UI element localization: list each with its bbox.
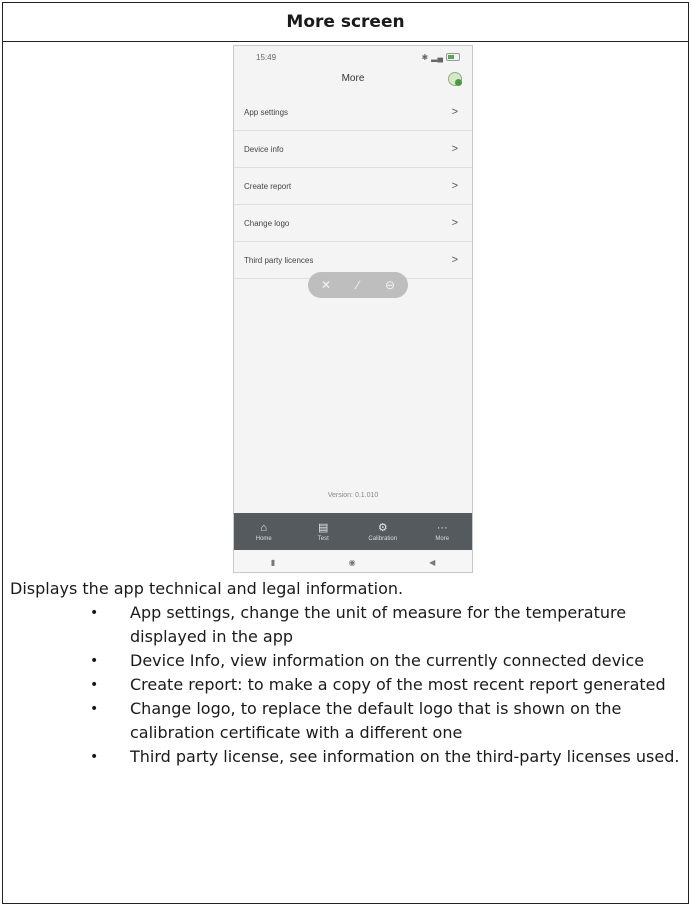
description-list: • App settings, change the unit of measur… [10,601,682,769]
system-navigation-bar: ▮ ◉ ◀ [234,550,472,572]
test-icon: ▤ [318,521,329,534]
bullet-icon: • [90,605,99,621]
menu-item-label: Device info [244,144,284,154]
list-item-text: Change logo, to replace the default logo… [130,699,622,742]
bullet-icon: • [90,677,99,693]
bullet-icon: • [90,653,99,669]
list-item: • Change logo, to replace the default log… [10,697,682,745]
gear-icon: ⚙ [377,521,388,534]
screen-title: More [341,73,365,84]
menu-item-label: Change logo [244,218,290,228]
chevron-right-icon: > [451,180,458,192]
account-icon[interactable] [448,72,462,86]
more-icon: ··· [436,521,448,534]
nav-label: Calibration [368,535,398,542]
nav-test[interactable]: ▤ Test [298,522,348,542]
menu-item-change-logo[interactable]: Change logo > [234,205,472,242]
mic-off-icon[interactable]: ⁄ [357,278,359,292]
menu-item-label: Third party licences [244,255,314,265]
menu-item-label: App settings [244,107,289,117]
list-item: • Third party license, see information on… [10,745,682,769]
list-item-text: App settings, change the unit of measure… [130,603,627,646]
home-icon: ⌂ [260,521,268,534]
nav-label: Test [317,535,329,542]
list-item-text: Third party license, see information on … [130,747,680,766]
table-header: More screen [3,3,688,42]
list-item-text: Create report: to make a copy of the mos… [130,675,666,694]
nav-home[interactable]: ⌂ Home [239,522,289,542]
list-item: • Create report: to make a copy of the mo… [10,673,682,697]
bluetooth-icon: ✱ [421,52,429,62]
back-icon[interactable]: ◀ [429,558,435,567]
menu-item-label: Create report [244,181,292,191]
chevron-right-icon: > [451,106,458,118]
status-time: 15:49 [256,52,277,62]
status-icons: ✱ ▂▄ [421,53,460,62]
chevron-right-icon: > [451,254,458,266]
nav-more[interactable]: ··· More [417,522,467,542]
flash-off-icon[interactable]: ✕ [321,278,331,292]
menu-item-device-info[interactable]: Device info > [234,131,472,168]
chevron-right-icon: > [451,217,458,229]
app-bar: More [234,68,472,92]
menu-item-create-report[interactable]: Create report > [234,168,472,205]
list-item: • Device Info, view information on the cu… [10,649,682,673]
status-bar: 15:49 ✱ ▂▄ [234,46,472,68]
bottom-navigation: ⌂ Home ▤ Test ⚙ Calibration ··· More [234,513,472,550]
more-menu: App settings > Device info > Create repo… [234,94,472,279]
signal-icon: ▂▄ [431,52,443,62]
bullet-icon: • [90,701,99,717]
nav-label: Home [255,535,272,542]
description-intro: Displays the app technical and legal inf… [10,579,404,598]
nav-label: More [435,535,450,542]
phone-screenshot: 15:49 ✱ ▂▄ More App settings > Device in… [233,45,473,573]
nav-calibration[interactable]: ⚙ Calibration [358,522,408,542]
minus-circle-icon[interactable]: ⊖ [385,278,395,292]
version-text: Version: 0.1.010 [327,492,379,499]
menu-item-app-settings[interactable]: App settings > [234,94,472,131]
recents-icon[interactable]: ▮ [271,558,275,567]
battery-icon [446,53,460,61]
chevron-right-icon: > [451,143,458,155]
floating-toolbar: ✕ ⁄ ⊖ [308,272,408,298]
bullet-icon: • [90,749,99,765]
list-item: • App settings, change the unit of measur… [10,601,682,649]
description: Displays the app technical and legal inf… [10,577,682,769]
home-button-icon[interactable]: ◉ [349,558,356,567]
list-item-text: Device Info, view information on the cur… [130,651,645,670]
